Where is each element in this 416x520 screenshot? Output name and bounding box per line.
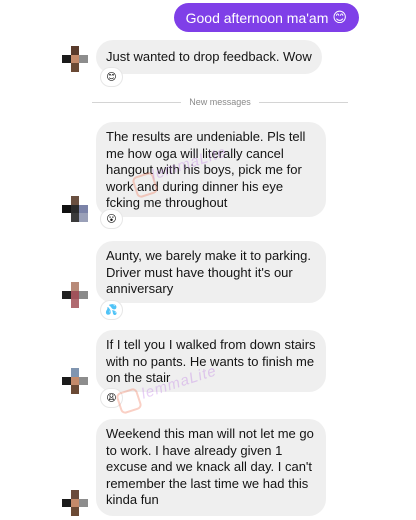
incoming-message-bubble[interactable]: Aunty, we barely make it to parking. Dri… <box>96 241 326 303</box>
incoming-message-bubble[interactable]: Weekend this man will not let me go to w… <box>96 419 326 516</box>
message-reaction[interactable]: 😊 <box>101 68 122 86</box>
sender-avatar[interactable] <box>62 196 88 222</box>
incoming-message-bubble[interactable]: Just wanted to drop feedback. Wow <box>96 40 322 74</box>
sender-avatar[interactable] <box>62 490 88 516</box>
sender-avatar[interactable] <box>62 368 88 394</box>
incoming-message-text: If I tell you I walked from down stairs … <box>106 337 316 385</box>
incoming-message-text: The results are undeniable. Pls tell me … <box>106 129 306 210</box>
smile-emoji-icon: 😊 <box>106 71 117 83</box>
sender-avatar[interactable] <box>62 46 88 72</box>
incoming-message-text: Just wanted to drop feedback. Wow <box>106 49 312 64</box>
incoming-message-bubble[interactable]: The results are undeniable. Pls tell me … <box>96 122 326 217</box>
outgoing-message-text: Good afternoon ma'am <box>185 9 329 26</box>
incoming-message-text: Aunty, we barely make it to parking. Dri… <box>106 248 311 296</box>
outgoing-message-bubble[interactable]: Good afternoon ma'am 😊 <box>173 3 359 32</box>
divider-label: New messages <box>189 97 251 107</box>
smile-emoji-icon: 😊 <box>332 9 347 25</box>
message-reaction[interactable]: 💦 <box>101 301 122 319</box>
sweat-droplets-icon: 💦 <box>105 304 118 316</box>
message-reaction[interactable]: 😮 <box>101 210 122 228</box>
new-messages-divider: New messages <box>92 96 348 108</box>
sender-avatar[interactable] <box>62 282 88 308</box>
weary-emoji-icon: 😩 <box>106 392 117 404</box>
divider-line <box>92 101 182 103</box>
message-reaction[interactable]: 😩 <box>101 389 122 407</box>
incoming-message-text: Weekend this man will not let me go to w… <box>106 426 314 507</box>
surprised-emoji-icon: 😮 <box>106 213 117 225</box>
incoming-message-bubble[interactable]: If I tell you I walked from down stairs … <box>96 330 326 392</box>
divider-line <box>258 101 348 103</box>
